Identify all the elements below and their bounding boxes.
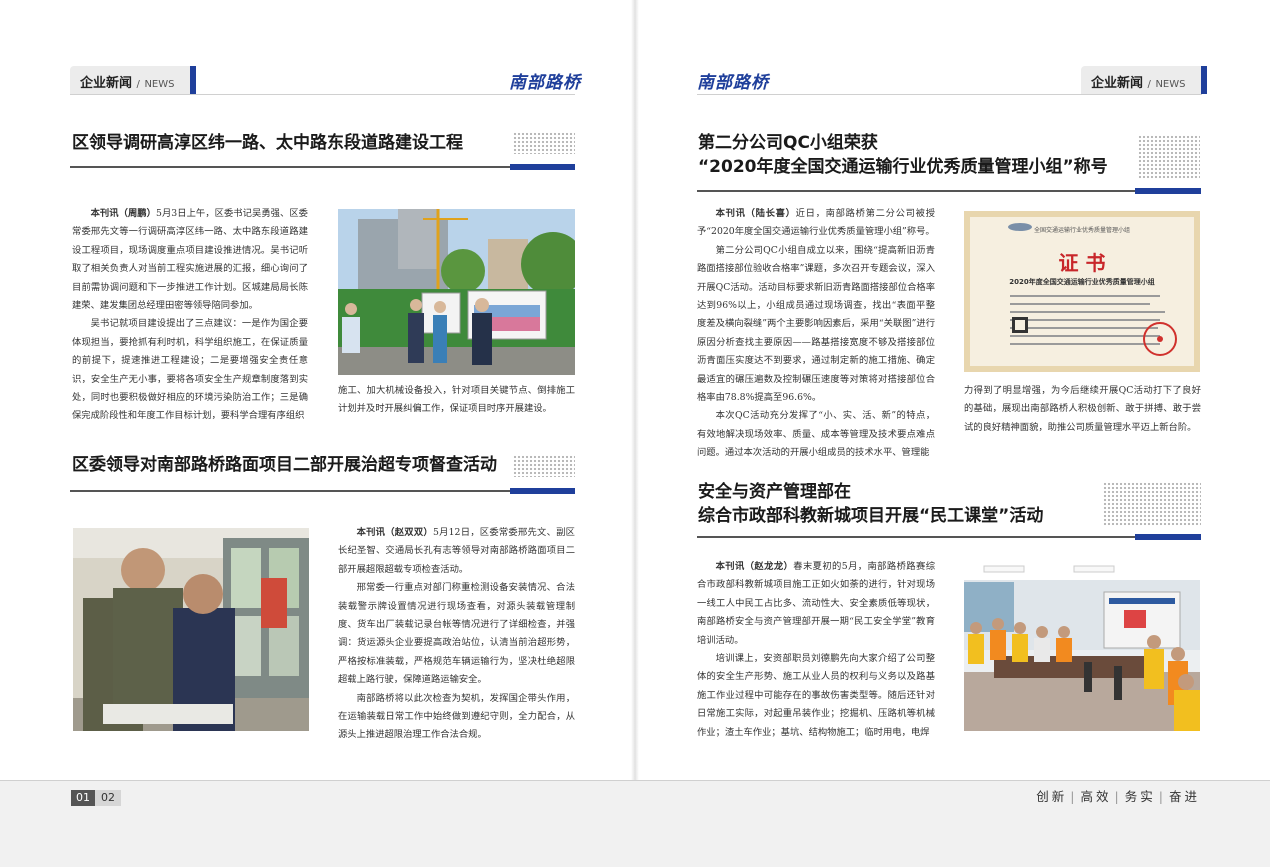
title-rule-accent: [510, 164, 575, 170]
byline: 本刊讯（赵双双）: [356, 527, 433, 538]
section-tab-accent: [190, 66, 196, 94]
slogan-word: 高效: [1080, 789, 1112, 804]
title-rule: [70, 166, 510, 168]
dot-pattern: [1103, 482, 1201, 526]
section-slash: /: [136, 79, 140, 90]
section-tab: 企业新闻 / NEWS: [70, 66, 196, 94]
paragraph: 第二分公司QC小组自成立以来，围绕“提高新旧沥青路面搭接部位验收合格率”课题，多…: [697, 244, 935, 404]
article-title-line: “2020年度全国交通运输行业优秀质量管理小组”称号: [698, 157, 1108, 177]
brand-logo: 南部路桥: [509, 73, 581, 93]
header-rule: [697, 94, 1202, 95]
article-body: 本刊讯（赵龙龙）春末夏初的5月，南部路桥路赛综合市政部科教新城项目施工正如火如荼…: [697, 558, 935, 742]
article-body: 本刊讯（陆长喜）近日，南部路桥第二分公司被授予“2020年度全国交通运输行业优秀…: [697, 205, 935, 463]
title-rule-accent: [1135, 188, 1201, 194]
left-page: 企业新闻 / NEWS 南部路桥 区领导调研高淳区纬一路、太中路东段道路建设工程…: [0, 0, 635, 867]
byline: 本刊讯（周鹏）: [90, 208, 156, 219]
dot-pattern: [513, 132, 575, 154]
article-title: 区领导调研高淳区纬一路、太中路东段道路建设工程: [72, 133, 463, 153]
paragraph: 5月3日上午，区委书记吴勇强、区委常委邢先文等一行调研高淳区纬一路、太中路东段道…: [72, 208, 308, 312]
article-body: 本刊讯（周鹏）5月3日上午，区委书记吴勇强、区委常委邢先文等一行调研高淳区纬一路…: [72, 205, 308, 426]
page-number-right: 02: [95, 790, 121, 806]
title-rule-accent: [510, 488, 575, 494]
right-page: 南部路桥 企业新闻 / NEWS 第二分公司QC小组荣获 “2020年度全国交通…: [635, 0, 1270, 867]
article-title-line: 综合市政部科教新城项目开展“民工课堂”活动: [698, 506, 1044, 526]
section-en: NEWS: [1155, 79, 1186, 90]
header-rule: [70, 94, 575, 95]
page-number-left: 01: [71, 790, 95, 806]
byline: 本刊讯（陆长喜）: [715, 208, 796, 219]
title-rule-accent: [1135, 534, 1201, 540]
article-body: 本刊讯（赵双双）5月12日，区委常委邢先文、副区长纪圣智、交通局长孔有志等领导对…: [338, 524, 575, 745]
certificate-image: 全国交通运输行业优秀质量管理小组 证 书 2020年度全国交通运输行业优秀质量管…: [964, 211, 1200, 372]
article-title-line: 安全与资产管理部在: [698, 482, 851, 502]
paragraph: 邢常委一行重点对部门称重检测设备安装情况、合法装载警示牌设置情况进行现场查看，对…: [338, 582, 575, 686]
site-inspection-photo: [338, 209, 575, 375]
article-title-line: 第二分公司QC小组荣获: [698, 133, 878, 153]
paragraph: 南部路桥将以此次检查为契机，发挥国企带头作用，在运输装载日常工作中始终做到遵纪守…: [338, 692, 575, 741]
article-title: 第二分公司QC小组荣获 “2020年度全国交通运输行业优秀质量管理小组”称号: [698, 131, 1108, 179]
paragraph: 培训课上，安资部职员刘德鹏先向大家介绍了公司整体的安全生产形势、施工从业人员的权…: [697, 653, 935, 738]
article-title: 区委领导对南部路桥路面项目二部开展治超专项督查活动: [72, 455, 497, 475]
slogan-separator: |: [1114, 789, 1122, 804]
supervision-photo: [73, 528, 309, 731]
section-tab: 企业新闻 / NEWS: [1081, 66, 1207, 94]
section-title: 企业新闻: [1091, 76, 1144, 91]
page-spine: [631, 0, 639, 867]
article-title: 安全与资产管理部在 综合市政部科教新城项目开展“民工课堂”活动: [698, 480, 1043, 528]
brand-logo: 南部路桥: [697, 73, 769, 93]
slogan-separator: |: [1158, 789, 1166, 804]
paragraph-continued: 施工、加大机械设备投入，针对项目关键节点、倒排施工计划并及时开展纠偏工作，保证项…: [338, 385, 575, 415]
paragraph-continued: 力得到了明显增强，为今后继续开展QC活动打下了良好的基础，展现出南部路桥人积极创…: [964, 385, 1201, 433]
paragraph: 本次QC活动充分发挥了“小、实、活、新”的特点，有效地解决现场效率、质量、成本等…: [697, 410, 935, 459]
title-rule: [70, 490, 510, 492]
dot-pattern: [1138, 135, 1200, 179]
training-classroom-photo: [964, 562, 1200, 731]
dot-pattern: [513, 455, 575, 477]
section-en: NEWS: [144, 79, 175, 90]
slogan-word: 创新: [1036, 789, 1068, 804]
slogan: 创新 | 高效 | 务实 | 奋进: [1036, 786, 1200, 805]
title-rule: [697, 190, 1135, 192]
slogan-word: 务实: [1124, 789, 1156, 804]
section-slash: /: [1147, 79, 1151, 90]
section-title: 企业新闻: [80, 76, 133, 91]
paragraph: 春末夏初的5月，南部路桥路赛综合市政部科教新城项目施工正如火如荼的进行，针对现场…: [697, 561, 935, 646]
slogan-word: 奋进: [1168, 789, 1200, 804]
paragraph: 吴书记就项目建设提出了三点建议：一是作为国企要体现担当，要抢抓有利时机，科学组织…: [72, 318, 308, 422]
byline: 本刊讯（赵龙龙）: [715, 561, 794, 572]
section-tab-accent: [1201, 66, 1207, 94]
slogan-separator: |: [1070, 789, 1078, 804]
title-rule: [697, 536, 1135, 538]
